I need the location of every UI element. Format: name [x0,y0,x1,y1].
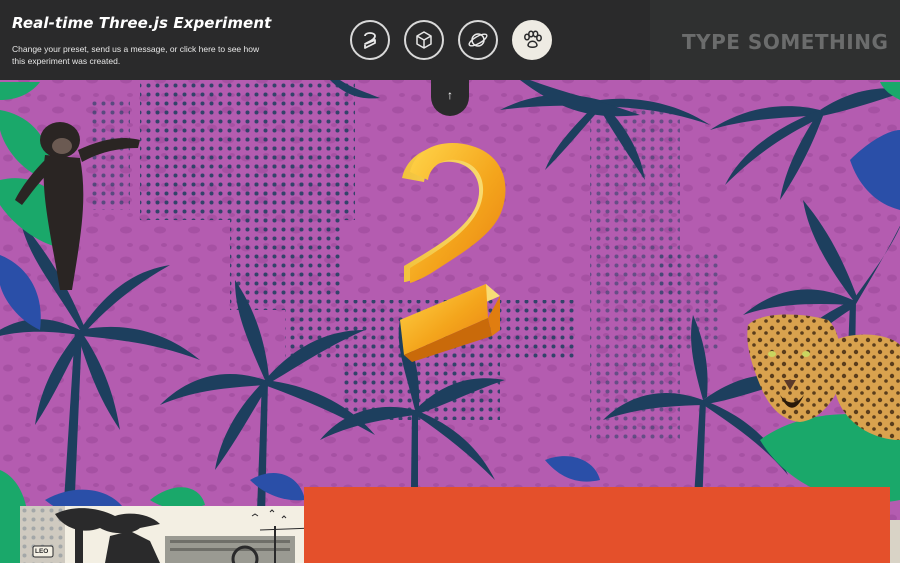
message-input[interactable] [680,24,889,60]
preset-selector [350,20,552,60]
paw-icon [524,30,542,48]
street-scene-illustration [20,506,313,563]
bottom-card-edge [890,520,900,563]
preset-planet-button[interactable] [458,20,498,60]
collapse-header-button[interactable]: ↑ [431,78,469,116]
preset-cube-button[interactable] [404,20,444,60]
planet-icon [468,33,488,47]
bottom-card-orange[interactable] [304,487,890,563]
bottom-card-street-scene[interactable]: LEO [20,506,313,563]
arrow-up-icon: ↑ [447,88,453,102]
preset-paw-button[interactable] [512,20,552,60]
preset-number-two-button[interactable] [350,20,390,60]
page-title: Real-time Three.js Experiment [12,14,272,32]
top-bar: Real-time Three.js Experiment Change you… [0,0,900,80]
number-two-icon [364,32,376,49]
page-subtitle[interactable]: Change your preset, send us a message, o… [12,43,262,67]
cube-icon [416,31,432,49]
street-badge-text: LEO [35,548,49,555]
message-panel [650,0,900,80]
